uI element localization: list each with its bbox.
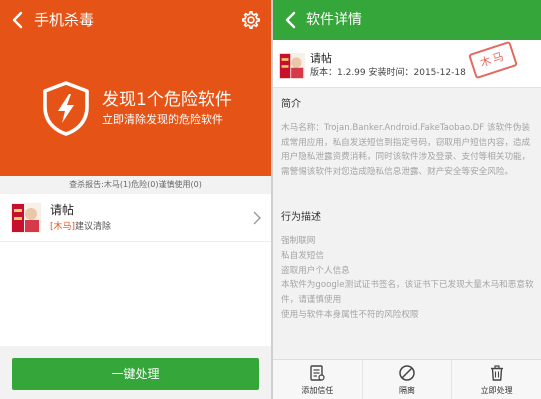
scan-result-header: 手机杀毒 发现1个危险软件 立即清除发现的危险软件: [0, 0, 271, 176]
intro-description: 木马名称：Trojan.Banker.Android.FakeTaobao.DF…: [281, 123, 531, 177]
add-trust-button[interactable]: 添加信任: [273, 360, 362, 399]
back-arrow-icon[interactable]: [281, 10, 301, 30]
behavior-list: 强制联网 私自发短信 盗取用户个人信息 本软件为google测试证书签名，该证书…: [281, 234, 537, 323]
gear-icon[interactable]: [241, 10, 261, 30]
list-item: 本软件为google测试证书签名，该证书下已发现大量木马和恶意软件，请谨慎使用: [281, 280, 534, 306]
add-trust-label: 添加信任: [301, 386, 334, 395]
back-arrow-icon[interactable]: [8, 10, 28, 30]
isolate-button[interactable]: 隔离: [361, 360, 452, 399]
action-bar: 添加信任 隔离 立即处理: [273, 359, 541, 399]
isolate-label: 隔离: [399, 386, 415, 395]
alert-title: 发现1个危险软件: [102, 90, 232, 110]
handle-now-button[interactable]: 立即处理: [451, 360, 541, 399]
list-item-threat-app[interactable]: 请帖 [木马]建议清除: [0, 194, 271, 242]
intro-heading: 简介: [281, 99, 301, 110]
chevron-right-icon: [253, 211, 261, 225]
alert-subtitle: 立即清除发现的危险软件: [102, 113, 223, 126]
list-item: 使用与软件本身属性不符的风险权限: [281, 309, 419, 320]
handle-now-label: 立即处理: [480, 386, 513, 395]
app-version-install-time: 版本：1.2.99 安装时间：2015-12-18: [310, 68, 466, 78]
trojan-tag: [木马]: [50, 222, 76, 232]
virus-scan-screen: 手机杀毒 发现1个危险软件 立即清除发现的危险软件 查杀报告:木马(1)危险(0…: [0, 0, 271, 399]
app-detail-screen: 软件详情 请帖 版本：1.2.99 安装时间：2015-12-18 木马 简介 …: [273, 0, 541, 399]
recommendation-text: 建议清除: [75, 222, 112, 232]
title-bar: 手机杀毒: [0, 0, 271, 40]
one-key-fix-button[interactable]: 一键处理: [12, 358, 259, 390]
document-trust-icon: [310, 365, 325, 381]
page-title: 手机杀毒: [34, 11, 95, 29]
scan-report-summary: 查杀报告:木马(1)危险(0)谨慎使用(0): [0, 176, 271, 194]
behavior-heading: 行为描述: [281, 212, 321, 223]
app-icon: [279, 53, 305, 79]
list-item: 私自发短信: [281, 250, 324, 261]
trash-icon: [490, 365, 503, 381]
app-name: 请帖: [50, 203, 75, 217]
list-item: 盗取用户个人信息: [281, 265, 350, 276]
app-icon: [11, 203, 41, 233]
app-name: 请帖: [310, 52, 332, 65]
threat-status: [木马]建议清除: [50, 221, 111, 233]
title-bar: 软件详情: [273, 0, 541, 40]
block-icon: [399, 365, 415, 381]
page-title: 软件详情: [306, 12, 362, 28]
shield-lightning-icon: [43, 81, 89, 136]
list-item: 强制联网: [281, 236, 316, 246]
